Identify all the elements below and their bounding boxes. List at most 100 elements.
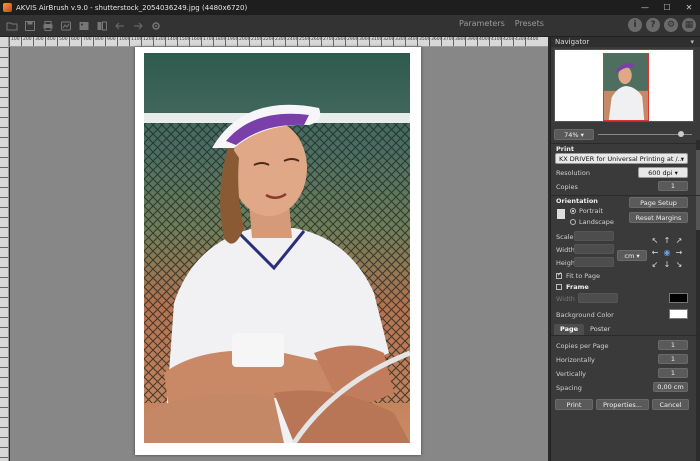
copies-field[interactable]: 1 — [658, 181, 688, 191]
tab-parameters[interactable]: Parameters — [459, 19, 505, 28]
share-icon[interactable] — [58, 18, 73, 33]
print-icon[interactable] — [40, 18, 55, 33]
ruler-tick — [0, 237, 8, 238]
width-label: Width — [556, 246, 575, 254]
ruler-tick — [0, 417, 8, 418]
arrow-down-icon[interactable]: ↓ — [661, 258, 673, 270]
center-icon[interactable]: ◉ — [661, 246, 673, 258]
ruler-tick: 800 — [93, 37, 104, 46]
vertical-ruler — [0, 37, 9, 461]
cancel-button[interactable]: Cancel — [652, 399, 689, 410]
arrow-up-left-icon[interactable]: ↖ — [649, 234, 661, 246]
orientation-label: Orientation — [556, 197, 598, 205]
print-page-preview — [135, 47, 421, 455]
save-icon[interactable] — [22, 18, 37, 33]
tab-poster[interactable]: Poster — [584, 324, 616, 335]
width-field — [574, 244, 614, 254]
tab-page[interactable]: Page — [554, 324, 585, 335]
ruler-tick — [0, 147, 8, 148]
photo-icon[interactable] — [76, 18, 91, 33]
ruler-tick: 400 — [45, 37, 56, 46]
ruler-tick — [0, 367, 8, 368]
unit-select[interactable]: cm ▾ — [617, 250, 647, 261]
landscape-radio[interactable] — [570, 219, 576, 225]
ruler-tick — [0, 57, 8, 58]
vertically-field[interactable]: 1 — [658, 368, 688, 378]
arrow-up-icon[interactable]: ↑ — [661, 234, 673, 246]
artwork-image — [144, 53, 410, 443]
canvas-area[interactable] — [10, 47, 548, 461]
ruler-tick — [0, 197, 8, 198]
compare-icon[interactable] — [94, 18, 109, 33]
ruler-tick: 100 — [9, 37, 20, 46]
scrollbar-thumb[interactable] — [696, 150, 700, 230]
page-setup-button[interactable]: Page Setup — [629, 197, 688, 208]
ruler-tick — [0, 327, 8, 328]
ruler-tick — [0, 207, 8, 208]
arrow-down-left-icon[interactable]: ↙ — [649, 258, 661, 270]
divider — [551, 143, 700, 144]
copies-per-page-field[interactable]: 1 — [658, 340, 688, 350]
spacing-field[interactable]: 0,00 cm — [653, 382, 688, 392]
properties-button[interactable]: Properties... — [596, 399, 649, 410]
copies-label: Copies — [556, 183, 578, 191]
horizontally-field[interactable]: 1 — [658, 354, 688, 364]
ruler-tick — [0, 227, 8, 228]
ruler-tick: 900 — [105, 37, 116, 46]
arrow-left-icon[interactable]: ← — [649, 246, 661, 258]
ruler-tick — [0, 117, 8, 118]
portrait-radio[interactable] — [570, 208, 576, 214]
toolbar-tools — [4, 18, 163, 33]
frame-checkbox[interactable] — [556, 284, 562, 290]
navigator-thumbnail[interactable] — [603, 53, 649, 121]
help-icon[interactable]: ? — [646, 18, 660, 32]
ruler-tick — [0, 67, 8, 68]
frame-color-swatch[interactable] — [669, 293, 688, 303]
maximize-button[interactable]: ☐ — [656, 0, 678, 15]
window-title: AKVIS AirBrush v.9.0 - shutterstock_2054… — [16, 3, 248, 12]
checkmark-icon: ✓ — [557, 271, 563, 278]
navigator-preview[interactable] — [554, 49, 694, 122]
preferences-icon[interactable]: ⚙ — [664, 18, 678, 32]
close-button[interactable]: ✕ — [678, 0, 700, 15]
ruler-tick — [0, 297, 8, 298]
ruler-tick — [0, 447, 8, 448]
redo-icon[interactable] — [130, 18, 145, 33]
reset-margins-button[interactable]: Reset Margins — [629, 212, 688, 223]
panel-scrollbar[interactable] — [696, 140, 700, 461]
settings-icon[interactable] — [148, 18, 163, 33]
info-icon[interactable]: i — [628, 18, 642, 32]
gallery-icon[interactable]: ▦ — [682, 18, 696, 32]
landscape-label: Landscape — [579, 218, 614, 226]
arrow-right-icon[interactable]: → — [673, 246, 685, 258]
ruler-tick — [0, 187, 8, 188]
undo-icon[interactable] — [112, 18, 127, 33]
zoom-dropdown[interactable]: 74% ▾ — [554, 129, 594, 140]
resolution-select[interactable]: 600 dpi ▾ — [638, 167, 688, 178]
background-color-swatch[interactable] — [669, 309, 688, 319]
ruler-tick: 300 — [33, 37, 44, 46]
arrow-down-right-icon[interactable]: ↘ — [673, 258, 685, 270]
ruler-tick — [0, 107, 8, 108]
arrow-up-right-icon[interactable]: ↗ — [673, 234, 685, 246]
zoom-value: 74% — [564, 130, 579, 139]
ruler-tick — [0, 277, 8, 278]
open-icon[interactable] — [4, 18, 19, 33]
minimize-button[interactable]: — — [634, 0, 656, 15]
horizontal-ruler: 100 200 300 400 500 600 700 800 900 1000 1100 1200 1… — [9, 37, 548, 47]
zoom-slider-handle[interactable] — [677, 131, 684, 137]
resolution-label: Resolution — [556, 169, 590, 177]
mode-tabs: Parameters Presets — [459, 19, 544, 28]
divider — [551, 195, 700, 196]
ruler-tick — [0, 77, 8, 78]
print-button[interactable]: Print — [555, 399, 593, 410]
fit-to-page-checkbox[interactable]: ✓ — [556, 271, 563, 279]
printer-select[interactable]: KX DRIVER for Universal Printing at /...… — [555, 153, 688, 164]
navigator-header[interactable]: Navigator ▾ — [551, 37, 700, 47]
ruler-tick — [0, 247, 8, 248]
unit-value: cm — [624, 251, 635, 260]
ruler-tick — [0, 177, 8, 178]
collapse-chevron-icon[interactable]: ▾ — [690, 37, 694, 47]
tab-presets[interactable]: Presets — [515, 19, 544, 28]
page-orientation-icon — [557, 209, 565, 219]
